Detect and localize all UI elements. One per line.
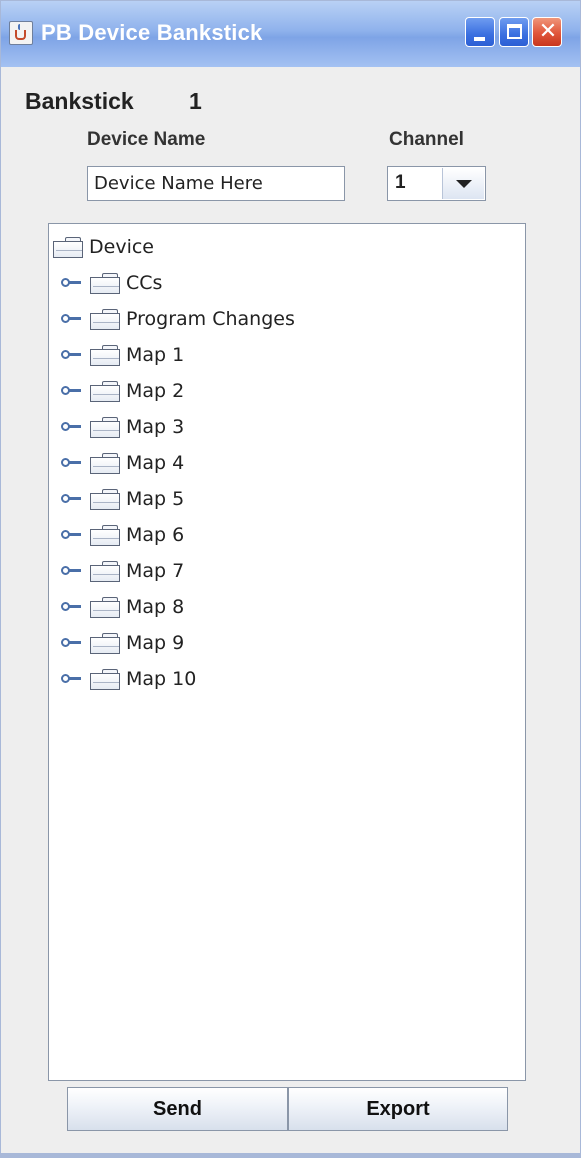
expand-handle-icon[interactable] <box>61 312 85 326</box>
tree-node-label: Map 7 <box>126 560 185 582</box>
bankstick-label: Bankstick <box>25 88 134 114</box>
tree-node[interactable]: Map 7 <box>61 556 184 586</box>
folder-icon <box>53 236 83 258</box>
device-name-label: Device Name <box>87 129 206 150</box>
app-window: PB Device Bankstick ✕ Bankstick 1 Device… <box>0 0 581 1158</box>
minimize-button[interactable] <box>465 17 495 47</box>
tree-node[interactable]: Map 9 <box>61 628 184 658</box>
title-bar[interactable]: PB Device Bankstick ✕ <box>1 1 580 67</box>
folder-icon <box>90 380 120 402</box>
tree-node[interactable]: Program Changes <box>61 304 295 334</box>
folder-icon <box>90 560 120 582</box>
tree-node-label: Map 3 <box>126 416 185 438</box>
channel-dropdown[interactable]: 1 <box>387 166 486 201</box>
tree-node[interactable]: Map 8 <box>61 592 184 622</box>
maximize-button[interactable] <box>499 17 529 47</box>
folder-icon <box>90 488 120 510</box>
channel-label: Channel <box>389 129 464 150</box>
device-name-input[interactable] <box>87 166 345 201</box>
tree-node-label: CCs <box>126 272 163 294</box>
device-tree[interactable]: Device CCs Program Changes Map 1 Map 2 Map 3… <box>48 223 526 1081</box>
tree-node-label: Map 8 <box>126 596 185 618</box>
tree-node[interactable]: Map 5 <box>61 484 184 514</box>
expand-handle-icon[interactable] <box>61 564 85 578</box>
tree-node-label: Device <box>89 236 154 258</box>
tree-node-device[interactable]: Device <box>53 232 154 262</box>
expand-handle-icon[interactable] <box>61 420 85 434</box>
tree-node-label: Map 5 <box>126 488 185 510</box>
tree-node[interactable]: Map 1 <box>61 340 184 370</box>
tree-node[interactable]: Map 10 <box>61 664 196 694</box>
send-button[interactable]: Send <box>67 1087 288 1131</box>
folder-icon <box>90 668 120 690</box>
expand-handle-icon[interactable] <box>61 348 85 362</box>
export-button[interactable]: Export <box>288 1087 508 1131</box>
folder-icon <box>90 416 120 438</box>
tree-node[interactable]: Map 4 <box>61 448 184 478</box>
folder-icon <box>90 632 120 654</box>
tree-node[interactable]: Map 2 <box>61 376 184 406</box>
window-title: PB Device Bankstick <box>41 20 263 45</box>
expand-handle-icon[interactable] <box>61 384 85 398</box>
window-bottom-border <box>1 1153 580 1157</box>
expand-handle-icon[interactable] <box>61 456 85 470</box>
channel-dropdown-button[interactable] <box>442 168 484 199</box>
folder-icon <box>90 308 120 330</box>
tree-node-label: Map 1 <box>126 344 185 366</box>
folder-icon <box>90 452 120 474</box>
channel-selected-value: 1 <box>395 172 406 193</box>
tree-node[interactable]: Map 3 <box>61 412 184 442</box>
tree-node[interactable]: Map 6 <box>61 520 184 550</box>
folder-icon <box>90 344 120 366</box>
close-icon: ✕ <box>538 19 558 44</box>
tree-node-label: Map 4 <box>126 452 185 474</box>
maximize-icon <box>507 24 522 39</box>
expand-handle-icon[interactable] <box>61 492 85 506</box>
expand-handle-icon[interactable] <box>61 600 85 614</box>
chevron-down-icon <box>456 180 472 188</box>
tree-node-label: Map 10 <box>126 668 197 690</box>
expand-handle-icon[interactable] <box>61 636 85 650</box>
tree-node-label: Map 6 <box>126 524 185 546</box>
tree-node-label: Map 2 <box>126 380 185 402</box>
bankstick-number: 1 <box>189 88 202 114</box>
folder-icon <box>90 596 120 618</box>
expand-handle-icon[interactable] <box>61 672 85 686</box>
tree-node-label: Program Changes <box>126 308 295 330</box>
java-cup-icon[interactable] <box>9 21 33 45</box>
folder-icon <box>90 524 120 546</box>
close-button[interactable]: ✕ <box>532 17 562 47</box>
minimize-icon <box>474 37 485 41</box>
expand-handle-icon[interactable] <box>61 528 85 542</box>
tree-node[interactable]: CCs <box>61 268 162 298</box>
expand-handle-icon[interactable] <box>61 276 85 290</box>
tree-node-label: Map 9 <box>126 632 185 654</box>
folder-icon <box>90 272 120 294</box>
